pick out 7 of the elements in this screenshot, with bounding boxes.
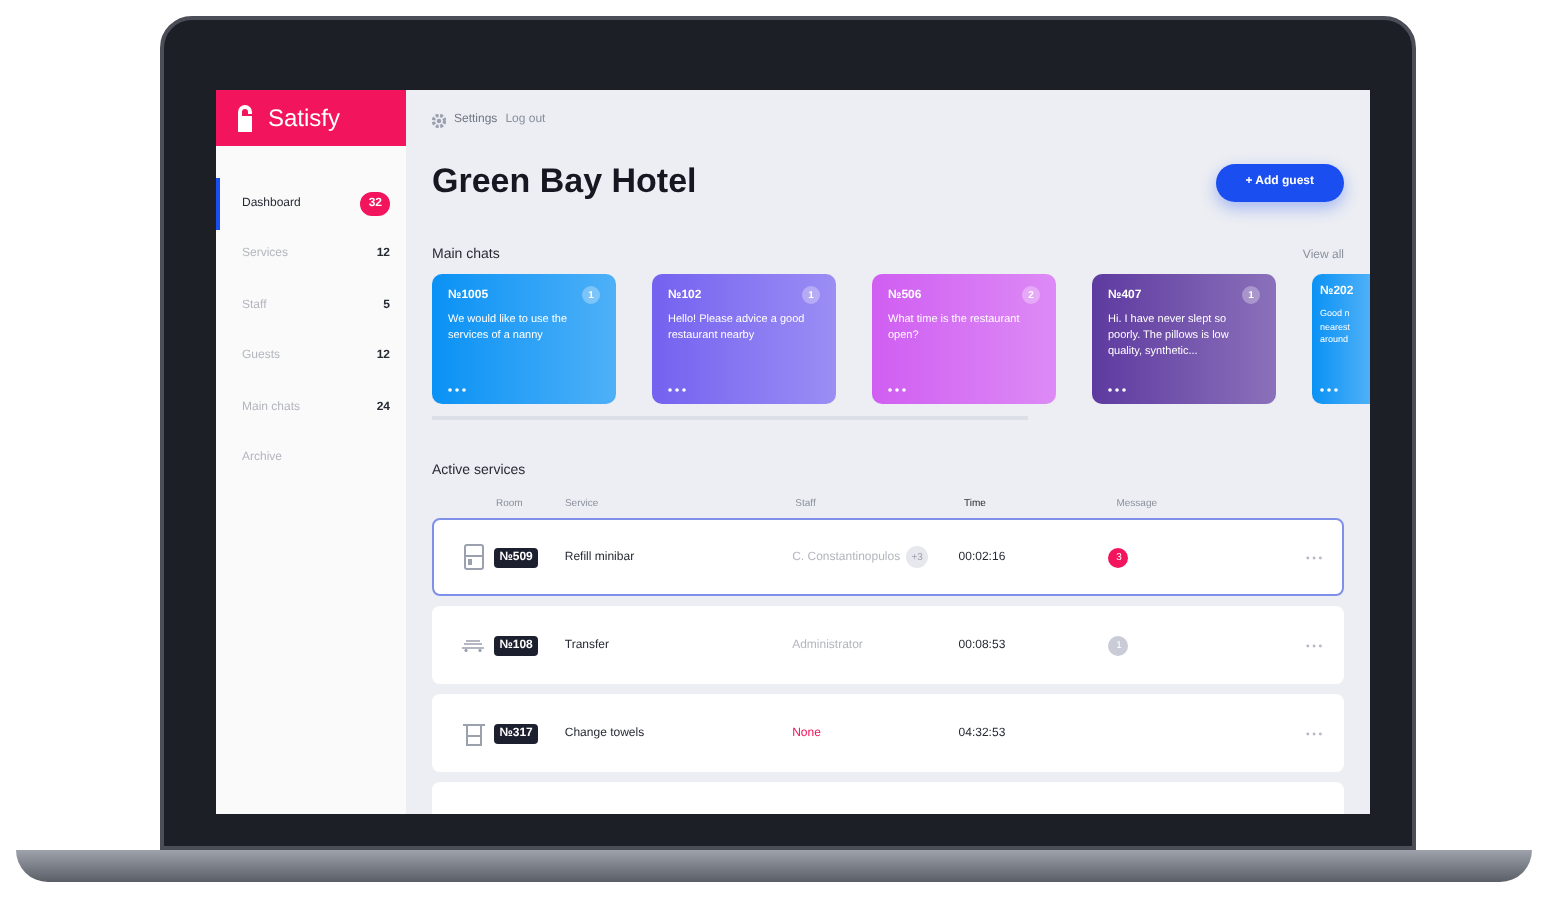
settings-icon[interactable] [432,113,446,127]
car-icon [460,639,487,651]
page-title: Green Bay Hotel [432,162,697,202]
towel-icon [461,721,486,745]
app-name: Satisfy [268,104,341,132]
logo-icon [234,103,256,133]
fridge-icon [463,544,484,570]
